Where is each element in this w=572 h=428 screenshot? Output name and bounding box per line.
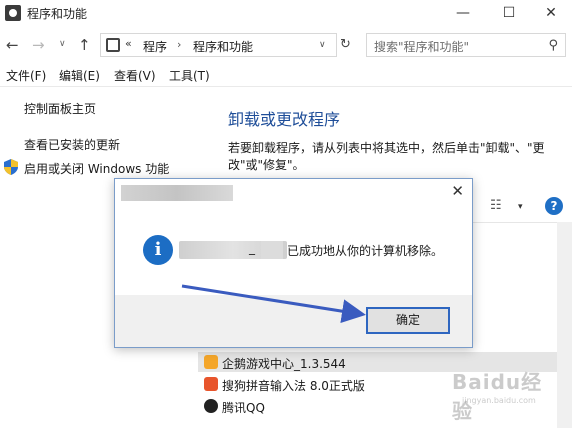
info-icon: i xyxy=(143,235,173,265)
baidu-watermark: Baidu经验 jingyan.baidu.com xyxy=(452,362,562,423)
program-name: 企鹅游戏中心_1.3.544 xyxy=(222,357,346,371)
dialog-message: 已成功地从你的计算机移除。 xyxy=(287,244,444,258)
title-bar: 程序和功能 — ☐ ✕ xyxy=(0,0,572,26)
minimize-button[interactable]: — xyxy=(440,0,486,26)
program-version-redacted xyxy=(261,241,283,259)
control-panel-home-link[interactable]: 控制面板主页 xyxy=(24,100,96,117)
menu-tools[interactable]: 工具(T) xyxy=(169,67,210,84)
page-title: 卸载或更改程序 xyxy=(228,110,341,129)
close-window-button[interactable]: ✕ xyxy=(528,0,572,26)
search-input[interactable]: 搜索"程序和功能" ⚲ xyxy=(366,33,566,57)
breadcrumb-programs[interactable]: 程序 xyxy=(143,38,167,55)
search-icon[interactable]: ⚲ xyxy=(548,38,558,53)
breadcrumb-separator-icon[interactable]: › xyxy=(177,38,181,51)
back-arrow-icon[interactable]: ← xyxy=(6,36,19,54)
maximize-button[interactable]: ☐ xyxy=(486,0,532,26)
window-title: 程序和功能 xyxy=(27,7,88,21)
windows-features-link[interactable]: 启用或关闭 Windows 功能 xyxy=(24,160,169,177)
programs-app-icon xyxy=(5,5,21,21)
address-bar[interactable]: « 程序 › 程序和功能 ∨ xyxy=(100,33,337,57)
menu-bar: 文件(F) 编辑(E) 查看(V) 工具(T) xyxy=(0,64,572,84)
recent-locations-chevron-icon[interactable]: ∨ xyxy=(59,39,66,49)
menu-file[interactable]: 文件(F) xyxy=(6,67,46,84)
program-name: 腾讯QQ xyxy=(222,401,265,415)
dialog-title-redacted xyxy=(121,185,233,201)
forward-arrow-icon[interactable]: → xyxy=(32,36,45,54)
address-overflow-icon[interactable]: « xyxy=(125,37,132,50)
up-arrow-icon[interactable]: ↑ xyxy=(78,36,91,54)
view-options-icon[interactable]: ☷ xyxy=(490,198,502,213)
view-installed-updates-link[interactable]: 查看已安装的更新 xyxy=(24,136,120,153)
dialog-close-button[interactable]: ✕ xyxy=(451,182,464,200)
menu-view[interactable]: 查看(V) xyxy=(114,67,156,84)
help-icon[interactable]: ? xyxy=(545,197,563,215)
ok-button[interactable]: 确定 xyxy=(366,307,450,334)
watermark-text: Baidu经验 xyxy=(452,370,543,423)
menu-edit[interactable]: 编辑(E) xyxy=(59,67,100,84)
uac-shield-icon xyxy=(4,159,18,175)
control-panel-icon xyxy=(106,38,120,52)
uninstall-complete-dialog: ✕ i _ 已成功地从你的计算机移除。 确定 xyxy=(114,178,473,348)
watermark-url: jingyan.baidu.com xyxy=(462,396,536,405)
search-placeholder: 搜索"程序和功能" xyxy=(374,40,470,54)
qq-penguin-icon xyxy=(204,399,218,413)
message-underscore: _ xyxy=(249,241,255,255)
refresh-icon[interactable]: ↻ xyxy=(340,37,351,52)
address-dropdown-icon[interactable]: ∨ xyxy=(319,40,326,50)
view-dropdown-icon[interactable]: ▾ xyxy=(518,202,523,212)
program-name: 搜狗拼音输入法 8.0正式版 xyxy=(222,379,365,393)
sogou-input-icon xyxy=(204,377,218,391)
menu-divider xyxy=(0,86,572,87)
navigation-bar: ← → ∨ ↑ « 程序 › 程序和功能 ∨ ↻ 搜索"程序和功能" ⚲ xyxy=(0,30,572,60)
breadcrumb-programs-and-features[interactable]: 程序和功能 xyxy=(193,38,253,55)
page-description: 若要卸载程序，请从列表中将其选中，然后单击"卸载"、"更改"或"修复"。 xyxy=(228,141,545,172)
game-center-icon xyxy=(204,355,218,369)
